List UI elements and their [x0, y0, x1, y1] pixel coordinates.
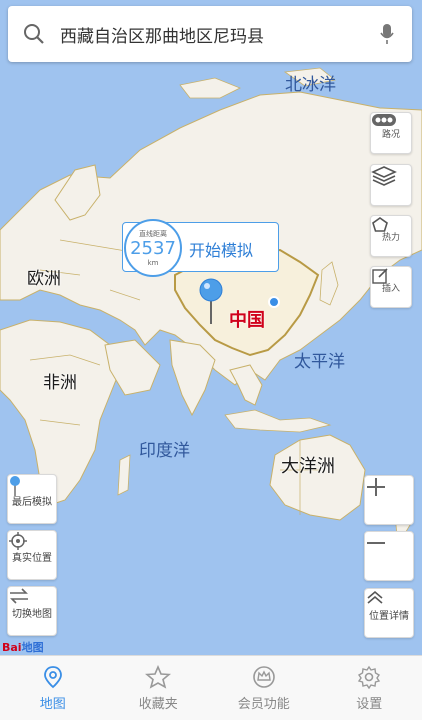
- tab-settings[interactable]: 设置: [317, 656, 422, 720]
- current-location-dot: [268, 296, 280, 308]
- label-arctic-ocean: 北冰洋: [285, 75, 336, 95]
- tab-membership[interactable]: 会员功能: [211, 656, 317, 720]
- distance-circle: 直线距离 2537 km: [124, 219, 182, 277]
- zoom-in-button[interactable]: [364, 475, 414, 525]
- label-indian-ocean: 印度洋: [139, 441, 190, 461]
- microphone-icon[interactable]: [362, 6, 412, 62]
- insert-button[interactable]: 插入: [370, 266, 412, 308]
- tab-map-label: 地图: [39, 696, 66, 712]
- pin-icon: [10, 476, 20, 496]
- search-icon[interactable]: [8, 6, 60, 62]
- label-china: 中国: [229, 310, 265, 331]
- chevron-up-double-icon: [367, 590, 383, 604]
- tab-favorites-label: 收藏夹: [138, 696, 178, 712]
- zoom-out-button[interactable]: [364, 531, 414, 581]
- location-detail-button[interactable]: 位置详情: [364, 588, 414, 638]
- star-icon: [145, 664, 172, 689]
- crosshair-icon: [9, 532, 27, 550]
- start-simulation-button[interactable]: 开始模拟: [189, 237, 253, 261]
- traffic-icon: [372, 114, 396, 126]
- simulate-bubble[interactable]: 直线距离 2537 km 开始模拟: [122, 219, 279, 277]
- search-input[interactable]: 西藏自治区那曲地区尼玛县: [60, 22, 362, 47]
- search-bar[interactable]: 西藏自治区那曲地区尼玛县: [8, 6, 412, 62]
- baidu-logo: Bai地图: [2, 641, 44, 654]
- swap-arrows-icon: [10, 588, 28, 604]
- layers-button[interactable]: [370, 164, 412, 206]
- layers-icon: [371, 166, 397, 186]
- tab-favorites[interactable]: 收藏夹: [106, 656, 212, 720]
- switch-map-label: 切换地图: [12, 608, 52, 620]
- bottom-tab-bar: 地图 收藏夹 会员功能 设置: [0, 655, 422, 720]
- pentagon-icon: [372, 217, 388, 232]
- distance-unit: km: [147, 259, 159, 267]
- tab-map[interactable]: 地图: [0, 656, 106, 720]
- edit-icon: [372, 268, 388, 284]
- label-pacific-ocean: 太平洋: [294, 352, 345, 372]
- crown-icon: [252, 665, 275, 688]
- minus-icon: [367, 542, 385, 544]
- world-map: [0, 67, 422, 547]
- heatmap-button[interactable]: 热力: [370, 215, 412, 257]
- switch-map-button[interactable]: 切换地图: [7, 586, 57, 636]
- plus-icon: [367, 478, 385, 496]
- map-pin-icon: [43, 665, 62, 688]
- traffic-label: 路况: [381, 130, 400, 140]
- location-pin-icon[interactable]: [198, 278, 224, 326]
- label-africa: 非洲: [43, 373, 77, 393]
- label-oceania: 大洋洲: [281, 456, 335, 477]
- gear-icon: [358, 665, 381, 689]
- label-europe: 欧洲: [27, 269, 61, 289]
- real-location-button[interactable]: 真实位置: [7, 530, 57, 580]
- map-view[interactable]: 欧洲 非洲 大洋洲 中国 北冰洋 太平洋 印度洋 直线距离 2537 km 开始…: [0, 0, 422, 655]
- distance-value: 2537: [130, 238, 176, 259]
- last-simulation-button[interactable]: 最后模拟: [7, 474, 57, 524]
- tab-settings-label: 设置: [356, 696, 383, 712]
- location-detail-label: 位置详情: [369, 610, 409, 622]
- traffic-button[interactable]: 路况: [370, 112, 412, 154]
- tab-membership-label: 会员功能: [237, 696, 290, 712]
